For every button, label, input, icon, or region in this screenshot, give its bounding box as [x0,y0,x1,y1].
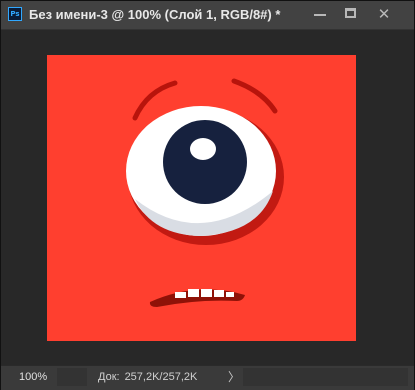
minimize-button[interactable] [304,4,336,24]
monster-artwork [47,55,356,341]
document-canvas[interactable] [47,55,356,341]
minimize-icon [314,14,326,16]
tooth [188,289,199,297]
document-window: Ps Без имени-3 @ 100% (Слой 1, RGB/8#) *… [0,0,415,390]
document-title: Без имени-3 @ 100% (Слой 1, RGB/8#) * [29,7,281,22]
document-title-bar[interactable]: Ps Без имени-3 @ 100% (Слой 1, RGB/8#) *… [1,1,414,30]
status-divider [57,368,87,386]
tooth [214,290,224,297]
horizontal-scrollbar[interactable] [243,368,408,386]
maximize-button[interactable] [335,4,367,24]
tooth [226,292,234,297]
doc-size-label: Док: [98,371,120,383]
close-icon: ✕ [377,5,391,23]
close-button[interactable]: ✕ [368,4,400,24]
zoom-level-field[interactable] [9,368,55,386]
status-bar: Док: 257,2K/257,2K 〉 [1,365,414,390]
tooth [175,292,186,298]
document-size-info: Док: 257,2K/257,2K [98,366,197,388]
photoshop-icon: Ps [8,7,22,21]
status-menu-arrow-icon[interactable]: 〉 [227,366,241,388]
tooth [201,289,212,297]
maximize-icon [345,8,356,18]
doc-size-value: 257,2K/257,2K [124,371,198,383]
eye-highlight [190,138,216,160]
canvas-workspace[interactable] [1,30,414,365]
eye-pupil [163,120,247,204]
